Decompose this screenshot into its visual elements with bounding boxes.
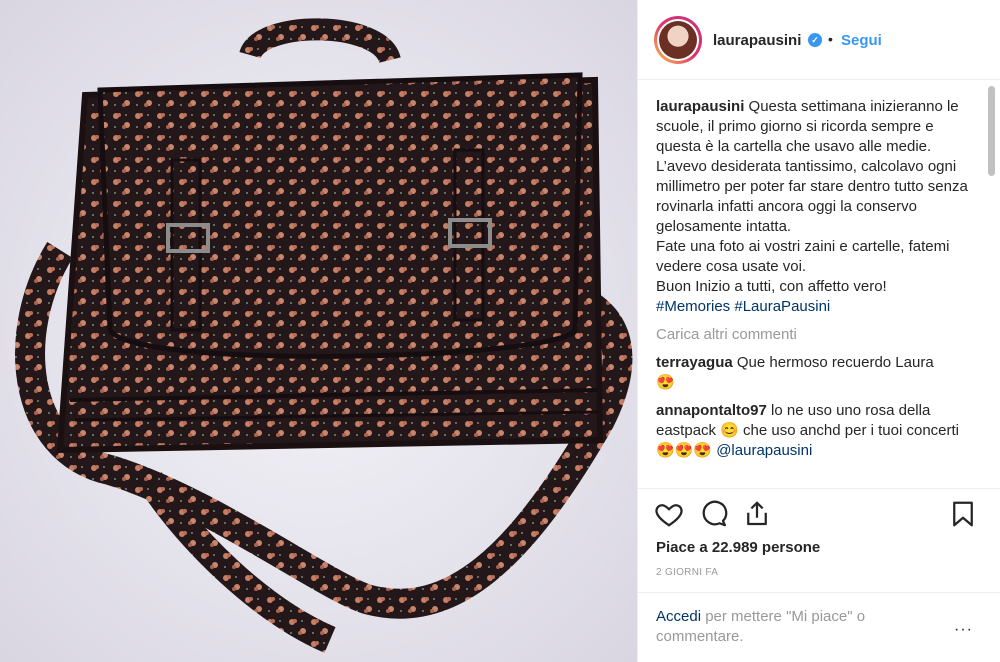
- login-prompt: Accedi per mettere "Mi piace" o commenta…: [638, 592, 1000, 662]
- post-header: laurapausini ✓ • Segui: [638, 0, 1000, 80]
- comment-icon[interactable]: [698, 499, 728, 529]
- caption-username[interactable]: laurapausini: [656, 98, 744, 115]
- likes-count[interactable]: Piace a 22.989 persone: [656, 539, 820, 556]
- caption-text: Questa settimana inizieranno le scuole, …: [656, 98, 968, 295]
- load-more-comments[interactable]: Carica altri commenti: [656, 325, 968, 345]
- follow-button[interactable]: Segui: [841, 32, 882, 49]
- comment-item: annapontalto97 lo ne uso uno rosa della …: [656, 401, 968, 461]
- verified-badge-icon: ✓: [808, 33, 822, 47]
- bookmark-icon[interactable]: [948, 499, 978, 529]
- post-photo: [0, 0, 637, 662]
- share-icon[interactable]: [742, 499, 772, 529]
- comment-username[interactable]: terrayagua: [656, 354, 733, 371]
- login-link[interactable]: Accedi: [656, 608, 701, 625]
- more-options-icon[interactable]: ···: [954, 621, 973, 639]
- avatar[interactable]: [654, 16, 702, 64]
- comment-item: terrayagua Que hermoso recuerdo Laura 😍: [656, 353, 968, 393]
- caption-hashtags[interactable]: #Memories #LauraPausini: [656, 298, 830, 315]
- heart-icon[interactable]: [654, 499, 684, 529]
- satchel-image: [0, 0, 637, 662]
- comment-username[interactable]: annapontalto97: [656, 402, 767, 419]
- comment-mention[interactable]: @laurapausini: [716, 442, 812, 459]
- actions-bar: Piace a 22.989 persone 2 GIORNI FA: [638, 488, 1000, 608]
- post-panel: laurapausini ✓ • Segui laurapausini Ques…: [637, 0, 1000, 662]
- comment-text: Que hermoso recuerdo Laura: [736, 354, 934, 371]
- separator-dot: •: [828, 31, 833, 47]
- caption: laurapausini Questa settimana inizierann…: [656, 97, 968, 317]
- comments-list: laurapausini Questa settimana inizierann…: [656, 97, 968, 469]
- comments-scrollbar[interactable]: [988, 86, 995, 176]
- post-timestamp: 2 GIORNI FA: [656, 567, 719, 578]
- header-username[interactable]: laurapausini: [713, 32, 801, 49]
- comment-emoji: 😍: [656, 374, 675, 391]
